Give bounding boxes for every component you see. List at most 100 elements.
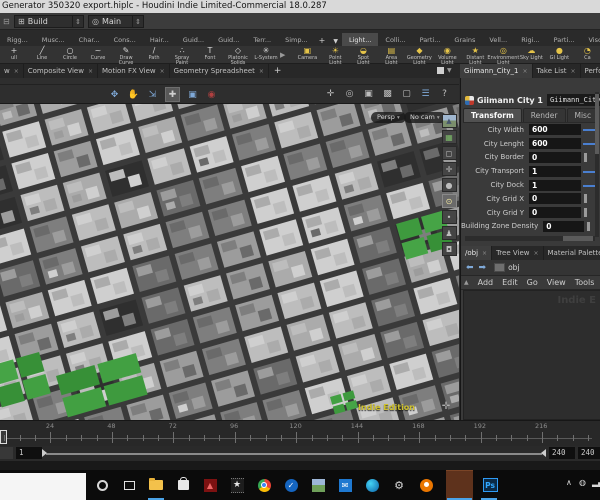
tool-path[interactable]: / Path [140, 46, 168, 63]
pane-tab-motion-fx-view[interactable]: Motion FX View × [98, 64, 170, 78]
lightbulb-icon[interactable]: ⊙ [441, 194, 457, 208]
param-slider[interactable] [583, 124, 595, 135]
taskbar-search-input[interactable] [0, 473, 86, 500]
close-icon[interactable]: × [160, 68, 165, 75]
shelf-tab-musc[interactable]: Musc... [35, 33, 72, 46]
close-icon[interactable]: × [259, 68, 264, 75]
tool-ca[interactable]: ◔ Ca [573, 46, 600, 63]
shelf-tab-simp[interactable]: Simp... [278, 33, 315, 46]
tray-network-icon[interactable]: ◍ [579, 478, 586, 487]
param-value-field[interactable]: 0 [529, 207, 581, 219]
tool-sky-light[interactable]: ☁ Sky Light [517, 46, 545, 63]
range-end-field[interactable]: 240 [578, 447, 600, 459]
floating-window-icon[interactable]: ▣ [186, 88, 199, 101]
param-slider[interactable] [583, 193, 595, 204]
param-value-field[interactable]: 1 [529, 165, 581, 177]
city-render[interactable] [0, 104, 459, 420]
shelf-tab-visc[interactable]: Visc... [581, 33, 600, 46]
shelf-tab-cons[interactable]: Cons... [107, 33, 143, 46]
tool-l-system[interactable]: ✳ L-System [252, 46, 280, 63]
forward-arrow-icon[interactable]: ➡ [479, 263, 487, 273]
tool-platonic-solids[interactable]: ◇ Platonic Solids [224, 46, 252, 66]
close-icon[interactable]: × [482, 250, 487, 257]
photos-icon[interactable] [309, 476, 327, 494]
tool-spot-light[interactable]: ◒ Spot Light [349, 46, 377, 66]
expand-triangle-icon[interactable]: ▲ [464, 279, 469, 286]
shelf-tab-rigg[interactable]: Rigg... [0, 33, 35, 46]
geo-box2-icon[interactable]: ▩ [381, 87, 394, 100]
pane-tab-composite-view[interactable]: Composite View × [24, 64, 98, 78]
shelf-tab-parti[interactable]: Parti... [413, 33, 448, 46]
slider-handle[interactable] [583, 184, 595, 187]
shelf-tab-parti[interactable]: Parti... [547, 33, 582, 46]
shelf-tab-guid[interactable]: Guid... [211, 33, 246, 46]
tool-ull[interactable]: + ull [0, 46, 28, 63]
lock-icon[interactable]: ◻ [441, 146, 457, 160]
pin-icon[interactable]: ✛ [324, 87, 337, 100]
back-arrow-icon[interactable]: ⬅ [466, 263, 474, 273]
close-icon[interactable]: × [88, 68, 93, 75]
cortana-icon[interactable] [93, 476, 111, 494]
shelf-tab-hair[interactable]: Hair... [143, 33, 176, 46]
close-icon[interactable]: × [533, 250, 538, 257]
add-shelf-tab-button[interactable]: + [315, 34, 330, 46]
snap-pin-icon[interactable]: ✛ [441, 162, 457, 176]
close-icon[interactable]: × [570, 68, 575, 75]
shelf-overflow-icon[interactable]: ▼ [329, 36, 342, 46]
chrome-icon[interactable] [255, 476, 273, 494]
param-slider[interactable] [583, 152, 595, 163]
shelf-tab-rigi[interactable]: Rigi... [514, 33, 546, 46]
param-slider[interactable] [583, 207, 595, 218]
snapshot-thumbnail-icon[interactable]: ▲ [441, 114, 457, 128]
settings-gear-icon[interactable]: ⚙ [390, 476, 408, 494]
tray-chevron-icon[interactable]: ∧ [566, 478, 572, 487]
ambient-bulb-icon[interactable]: • [441, 210, 457, 224]
grid-display-icon[interactable]: ▦ [441, 130, 457, 144]
param-vscrollbar[interactable] [595, 92, 599, 237]
tool-draw-curve[interactable]: ✎ Draw Curve [112, 46, 140, 66]
pane-tab-performance[interactable]: Performance [581, 64, 600, 78]
scene-viewport[interactable]: Persp ▾ No cam ▾ ▲ ▦ ◻ ✛ ● ⊙ • ♟ ◘ Indie Edition… [0, 104, 459, 420]
slider-handle[interactable] [584, 152, 587, 162]
param-value-field[interactable]: 600 [529, 124, 581, 136]
geo-box-icon[interactable]: ▣ [362, 87, 375, 100]
tray-signal-icon[interactable]: ▂▄▆ [592, 478, 600, 487]
range-right-handle[interactable] [541, 449, 546, 457]
shelf-tab-grains[interactable]: Grains [447, 33, 482, 46]
layout-swatch-icon[interactable] [437, 67, 444, 74]
tool-volume-light[interactable]: ◉ Volume Light [433, 46, 461, 66]
close-icon[interactable]: × [522, 68, 527, 75]
tool-curve[interactable]: ~ Curve [84, 46, 112, 63]
menu-edit[interactable]: Edit [502, 278, 518, 287]
media-star-icon[interactable]: ★ [228, 476, 246, 494]
param-value-field[interactable]: 0 [529, 193, 581, 205]
tool-area-light[interactable]: ▤ Area Light [377, 46, 405, 66]
tool-point-light[interactable]: ☀ Point Light [321, 46, 349, 66]
tool-distant-light[interactable]: ★ Distant Light [461, 46, 489, 66]
menu-go[interactable]: Go [527, 278, 538, 287]
pan-tool-icon[interactable]: ✋ [127, 88, 140, 101]
view-tool-icon[interactable]: ✥ [108, 88, 121, 101]
slider-handle[interactable] [583, 143, 595, 146]
shelf-tab-vell[interactable]: Vell... [482, 33, 514, 46]
camera-view-icon[interactable]: ◘ [441, 242, 457, 256]
adobe-app-icon[interactable]: ▲ [201, 476, 219, 494]
tool-camera[interactable]: ▣ Camera [293, 46, 321, 63]
record-icon[interactable]: ◉ [205, 88, 218, 101]
tool-circle[interactable]: ○ Circle [56, 46, 84, 63]
blender-icon[interactable] [417, 476, 435, 494]
pane-tab-take-list[interactable]: Take List × [533, 64, 581, 78]
photoshop-icon[interactable]: Ps [481, 476, 499, 494]
net-tab-material-palette[interactable]: Material Palette× [544, 246, 600, 260]
context-dropdown[interactable]: ◎ Main ⇕ [88, 15, 144, 28]
param-value-field[interactable]: 0 [529, 151, 581, 163]
slider-handle[interactable] [583, 170, 595, 173]
tools-overflow-icon[interactable]: ▶ [280, 51, 285, 59]
shelf-tab-colli[interactable]: Colli... [378, 33, 412, 46]
shelf-tab-char[interactable]: Char... [72, 33, 107, 46]
file-explorer-icon[interactable] [147, 476, 165, 494]
close-icon[interactable]: × [14, 68, 19, 75]
param-value-field[interactable]: 1 [529, 179, 581, 191]
param-slider[interactable] [583, 138, 595, 149]
edge-icon[interactable] [363, 476, 381, 494]
